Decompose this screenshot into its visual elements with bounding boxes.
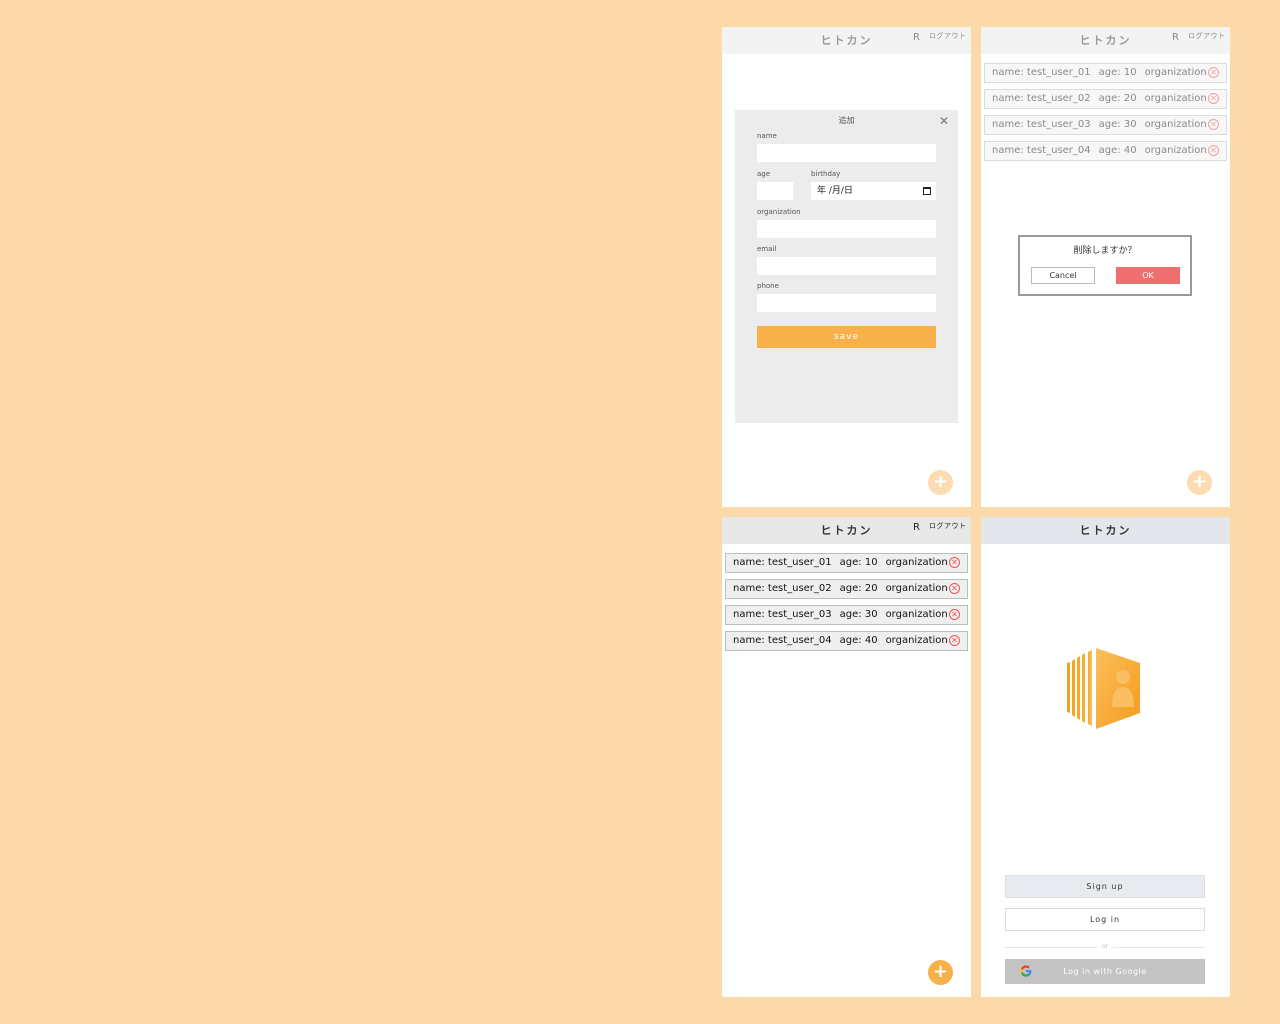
app-header: ヒトカン R ログアウト	[722, 27, 971, 54]
user-name: name: test_user_04	[733, 635, 832, 646]
user-org: organization	[885, 583, 948, 594]
app-header: ヒトカン R ログアウト	[981, 27, 1230, 54]
add-fab-button[interactable]: +	[928, 470, 953, 495]
calendar-icon[interactable]	[923, 187, 931, 195]
user-age: age: 10	[1098, 67, 1137, 78]
logout-button[interactable]: ログアウト	[929, 521, 967, 531]
google-icon	[1020, 965, 1032, 977]
user-age: age: 40	[1098, 145, 1137, 156]
user-list-screen: ヒトカン R ログアウト name: test_user_01 age: 10 or…	[722, 517, 971, 997]
dialog-message: 削除しますか？	[1073, 246, 1137, 256]
google-login-label: Log in with Google	[1063, 967, 1147, 976]
email-label: email	[757, 245, 777, 253]
save-button[interactable]: save	[757, 326, 936, 348]
add-fab-button[interactable]: +	[928, 960, 953, 985]
user-org: organization	[885, 557, 948, 568]
ok-button[interactable]: OK	[1116, 267, 1180, 284]
signup-button[interactable]: Sign up	[1005, 875, 1205, 898]
remove-icon[interactable]: ✕	[1208, 145, 1219, 156]
modal-title: 追加	[838, 116, 855, 125]
add-user-screen: ヒトカン R ログアウト 追加 ✕ name age birthday 年 /月…	[722, 27, 971, 507]
organization-label: organization	[757, 208, 801, 216]
birthday-label: birthday	[811, 170, 841, 178]
name-field[interactable]	[757, 144, 936, 162]
user-name: name: test_user_01	[733, 557, 832, 568]
user-org: organization	[885, 609, 948, 620]
user-name: name: test_user_02	[992, 93, 1091, 104]
remove-icon[interactable]: ✕	[1208, 67, 1219, 78]
birthday-value: 年 /月/日	[817, 186, 853, 196]
phone-field[interactable]	[757, 294, 936, 312]
remove-icon[interactable]: ✕	[949, 635, 960, 646]
app-header: ヒトカン	[981, 517, 1230, 544]
user-name: name: test_user_03	[992, 119, 1091, 130]
phone-label: phone	[757, 282, 779, 290]
user-age: age: 20	[839, 583, 878, 594]
add-user-modal: 追加 ✕ name age birthday 年 /月/日 organizati…	[735, 110, 958, 423]
app-logo-icon	[1067, 648, 1140, 729]
user-name: name: test_user_04	[992, 145, 1091, 156]
list-item[interactable]: name: test_user_03 age: 30 organization ✕	[725, 605, 968, 625]
email-field[interactable]	[757, 257, 936, 275]
user-age: age: 40	[839, 635, 878, 646]
landing-screen: ヒトカン Sign up Log in or Log in with Googl…	[981, 517, 1230, 997]
user-org: organization	[1144, 119, 1207, 130]
remove-icon[interactable]: ✕	[949, 609, 960, 620]
login-button[interactable]: Log in	[1005, 908, 1205, 931]
user-name: name: test_user_03	[733, 609, 832, 620]
user-initial: R	[1172, 32, 1179, 43]
remove-icon[interactable]: ✕	[949, 583, 960, 594]
user-age: age: 30	[1098, 119, 1137, 130]
user-name: name: test_user_01	[992, 67, 1091, 78]
divider-label: or	[1097, 943, 1113, 950]
remove-icon[interactable]: ✕	[949, 557, 960, 568]
organization-field[interactable]	[757, 220, 936, 238]
delete-confirm-screen: ヒトカン R ログアウト name: test_user_01 age: 10 or…	[981, 27, 1230, 507]
list-item[interactable]: name: test_user_02 age: 20 organization ✕	[984, 89, 1227, 109]
user-age: age: 10	[839, 557, 878, 568]
app-header: ヒトカン R ログアウト	[722, 517, 971, 544]
remove-icon[interactable]: ✕	[1208, 93, 1219, 104]
age-label: age	[757, 170, 771, 178]
list-item[interactable]: name: test_user_02 age: 20 organization ✕	[725, 579, 968, 599]
list-item[interactable]: name: test_user_04 age: 40 organization ✕	[725, 631, 968, 651]
logout-button[interactable]: ログアウト	[1188, 31, 1226, 41]
delete-dialog: 削除しますか？ Cancel OK	[1018, 235, 1192, 296]
list-item[interactable]: name: test_user_04 age: 40 organization ✕	[984, 141, 1227, 161]
add-fab-button[interactable]: +	[1187, 470, 1212, 495]
google-login-button[interactable]: Log in with Google	[1005, 959, 1205, 984]
list-item[interactable]: name: test_user_03 age: 30 organization ✕	[984, 115, 1227, 135]
user-initial: R	[913, 522, 920, 533]
user-org: organization	[1144, 145, 1207, 156]
remove-icon[interactable]: ✕	[1208, 119, 1219, 130]
close-icon[interactable]: ✕	[939, 115, 949, 127]
user-age: age: 20	[1098, 93, 1137, 104]
logout-button[interactable]: ログアウト	[929, 31, 967, 41]
list-item[interactable]: name: test_user_01 age: 10 organization ✕	[984, 63, 1227, 83]
user-age: age: 30	[839, 609, 878, 620]
age-field[interactable]	[757, 182, 793, 200]
user-name: name: test_user_02	[733, 583, 832, 594]
cancel-button[interactable]: Cancel	[1031, 267, 1095, 284]
user-initial: R	[913, 32, 920, 43]
birthday-field[interactable]: 年 /月/日	[811, 182, 936, 200]
app-title: ヒトカン	[1079, 524, 1132, 537]
name-label: name	[757, 132, 777, 140]
user-org: organization	[1144, 67, 1207, 78]
user-org: organization	[1144, 93, 1207, 104]
list-item[interactable]: name: test_user_01 age: 10 organization ✕	[725, 553, 968, 573]
user-org: organization	[885, 635, 948, 646]
